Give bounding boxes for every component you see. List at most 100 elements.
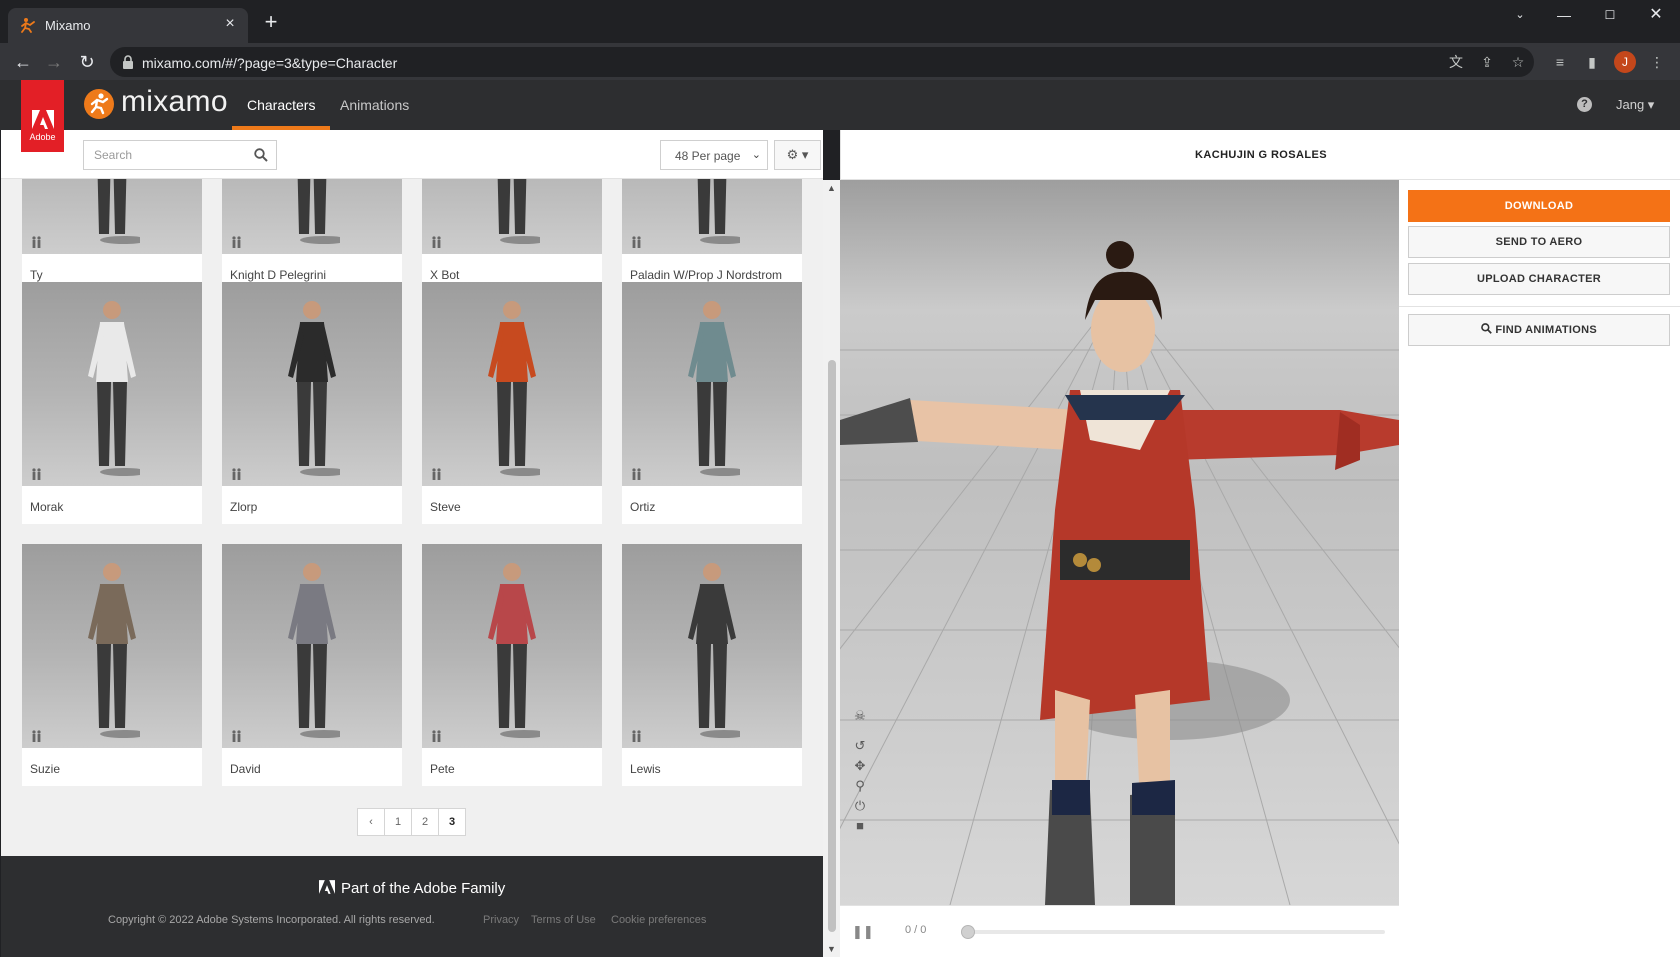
find-animations-button[interactable]: FIND ANIMATIONS [1408, 314, 1670, 346]
character-thumbnail[interactable] [622, 282, 802, 486]
mixamo-wordmark[interactable]: mixamo [121, 85, 228, 119]
character-name: Steve [430, 500, 461, 514]
character-figure [688, 301, 740, 476]
tab-close-icon[interactable]: × [220, 14, 240, 34]
character-card[interactable]: Morak [22, 282, 202, 524]
pause-icon[interactable]: ❚❚ [852, 924, 874, 939]
camera-icon[interactable]: ■ [852, 818, 868, 834]
adobe-family-text: Part of the Adobe Family [341, 880, 506, 897]
pagination-page-3[interactable]: 3 [438, 808, 466, 836]
address-bar[interactable]: mixamo.com/#/?page=3&type=Character 文 ⇪ … [110, 47, 1534, 77]
character-name: Paladin W/Prop J Nordstrom [630, 268, 783, 282]
search-icon[interactable] [254, 148, 268, 162]
character-card[interactable]: Pete [422, 544, 602, 786]
character-thumbnail[interactable] [22, 544, 202, 748]
find-animations-label: FIND ANIMATIONS [1495, 324, 1598, 336]
reload-icon[interactable]: ↻ [74, 49, 100, 75]
character-name: Pete [430, 762, 455, 776]
character-thumbnail[interactable] [422, 282, 602, 486]
new-tab-button[interactable]: + [260, 11, 282, 34]
tpose-icon [432, 236, 441, 248]
chevron-down-icon: ⌄ [751, 149, 761, 161]
character-thumbnail[interactable] [622, 544, 802, 748]
timeline-track[interactable] [965, 930, 1385, 934]
browser-tab[interactable]: Mixamo × [8, 8, 248, 43]
share-icon[interactable]: ⇪ [1476, 51, 1498, 73]
skeleton-icon[interactable]: ☠ [852, 708, 868, 724]
send-to-aero-button[interactable]: SEND TO AERO [1408, 226, 1670, 258]
scrollbar[interactable]: ▲ ▼ [823, 180, 841, 957]
user-menu[interactable]: Jang ▾ [1616, 97, 1654, 113]
per-page-value: 48 Per page [675, 149, 741, 163]
tab-animations[interactable]: Animations [325, 80, 424, 130]
character-figure [288, 563, 340, 738]
character-figure [688, 563, 740, 738]
zoom-icon[interactable]: ⚲ [852, 778, 868, 794]
translate-icon[interactable]: 文 [1445, 51, 1467, 73]
adobe-family[interactable]: Part of the Adobe Family [319, 880, 505, 897]
adobe-logo[interactable]: Adobe [21, 80, 64, 152]
timeline-scrubber[interactable] [961, 925, 975, 939]
frame-counter: 0 / 0 [905, 924, 927, 936]
character-card[interactable]: Ortiz [622, 282, 802, 524]
tab-title: Mixamo [45, 18, 91, 33]
animation-timeline: ❚❚ 0 / 0 [840, 905, 1399, 957]
character-card[interactable]: David [222, 544, 402, 786]
power-icon[interactable]: ⏻ [852, 798, 868, 814]
tpose-icon [32, 730, 41, 742]
scroll-up-icon[interactable]: ▲ [827, 183, 836, 193]
tpose-icon [632, 236, 641, 248]
search-icon [1481, 323, 1492, 334]
tab-characters[interactable]: Characters [232, 80, 331, 130]
character-card[interactable]: Lewis [622, 544, 802, 786]
per-page-select[interactable]: 48 Per page ⌄ [660, 140, 768, 170]
cookie-preferences-link[interactable]: Cookie preferences [611, 914, 706, 926]
minimize-icon[interactable]: — [1540, 0, 1588, 30]
divider [1399, 306, 1680, 307]
3d-viewport[interactable]: ☠ ↺ ✥ ⚲ ⏻ ■ [840, 180, 1399, 905]
profile-avatar[interactable]: J [1614, 51, 1636, 73]
browser-menu-icon[interactable]: ⋮ [1646, 51, 1668, 73]
reset-view-icon[interactable]: ↺ [852, 738, 868, 754]
settings-dropdown[interactable]: ⚙ ▾ [774, 140, 821, 170]
tpose-icon [632, 730, 641, 742]
character-thumbnail[interactable] [22, 282, 202, 486]
scroll-down-icon[interactable]: ▼ [827, 944, 836, 954]
download-button[interactable]: DOWNLOAD [1408, 190, 1670, 222]
close-window-icon[interactable]: ✕ [1632, 0, 1680, 30]
search-input[interactable]: Search [83, 140, 277, 170]
search-placeholder: Search [94, 148, 133, 162]
character-figure [88, 563, 140, 738]
mixamo-logo-icon[interactable] [84, 89, 114, 119]
help-icon[interactable]: ? [1577, 97, 1592, 112]
character-name: Ortiz [630, 500, 656, 514]
forward-icon[interactable]: → [41, 49, 67, 75]
pagination-page-2[interactable]: 2 [411, 808, 439, 836]
copyright-text: Copyright © 2022 Adobe Systems Incorpora… [108, 914, 435, 926]
character-card[interactable]: Suzie [22, 544, 202, 786]
back-icon[interactable]: ← [10, 49, 36, 75]
character-thumbnail[interactable] [422, 544, 602, 748]
tpose-icon [32, 468, 41, 480]
side-panel-icon[interactable]: ▮ [1581, 51, 1603, 73]
upload-character-button[interactable]: UPLOAD CHARACTER [1408, 263, 1670, 295]
character-card[interactable]: Zlorp [222, 282, 402, 524]
character-name: Zlorp [230, 500, 258, 514]
browser-tabstrip: Mixamo × + ⌄ — ☐ ✕ [0, 0, 1680, 43]
bookmark-star-icon[interactable]: ☆ [1507, 51, 1529, 73]
privacy-link[interactable]: Privacy [483, 914, 519, 926]
character-thumbnail[interactable] [222, 282, 402, 486]
media-control-icon[interactable]: ≡ [1549, 51, 1571, 73]
pan-icon[interactable]: ✥ [852, 758, 868, 774]
terms-link[interactable]: Terms of Use [531, 914, 596, 926]
tpose-icon [232, 730, 241, 742]
character-figure [488, 301, 540, 476]
scrollbar-thumb[interactable] [828, 360, 836, 932]
maximize-icon[interactable]: ☐ [1586, 0, 1634, 30]
tab-search-icon[interactable]: ⌄ [1496, 0, 1544, 30]
tpose-icon [232, 236, 241, 248]
pagination-page-1[interactable]: 1 [384, 808, 412, 836]
character-thumbnail[interactable] [222, 544, 402, 748]
pagination-prev[interactable]: ‹ [357, 808, 385, 836]
character-card[interactable]: Steve [422, 282, 602, 524]
